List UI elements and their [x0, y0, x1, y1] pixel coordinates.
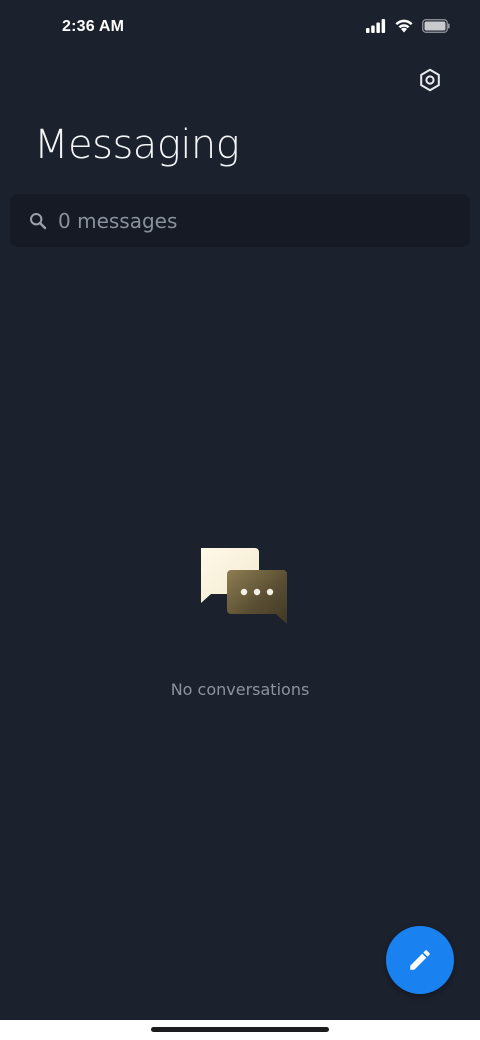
- empty-state-label: No conversations: [170, 680, 310, 699]
- search-icon: [28, 211, 48, 231]
- battery-icon: [422, 18, 450, 33]
- status-time: 2:36 AM: [62, 18, 125, 35]
- pencil-icon: [410, 950, 430, 970]
- empty-state: No conversations: [0, 540, 480, 699]
- home-indicator[interactable]: [151, 1027, 329, 1032]
- page-title: Messaging: [34, 122, 240, 168]
- signal-icon: [366, 18, 386, 33]
- wifi-icon: [395, 19, 413, 33]
- status-icons: [366, 18, 450, 33]
- status-bar: 2:36 AM: [0, 0, 480, 56]
- settings-button[interactable]: [416, 66, 444, 94]
- compose-button[interactable]: [386, 926, 454, 994]
- settings-icon: [420, 68, 440, 92]
- search-bar[interactable]: [10, 194, 470, 247]
- search-input[interactable]: [56, 207, 440, 234]
- chat-bubbles-icon: [201, 548, 287, 624]
- navigation-bar: [0, 1020, 480, 1040]
